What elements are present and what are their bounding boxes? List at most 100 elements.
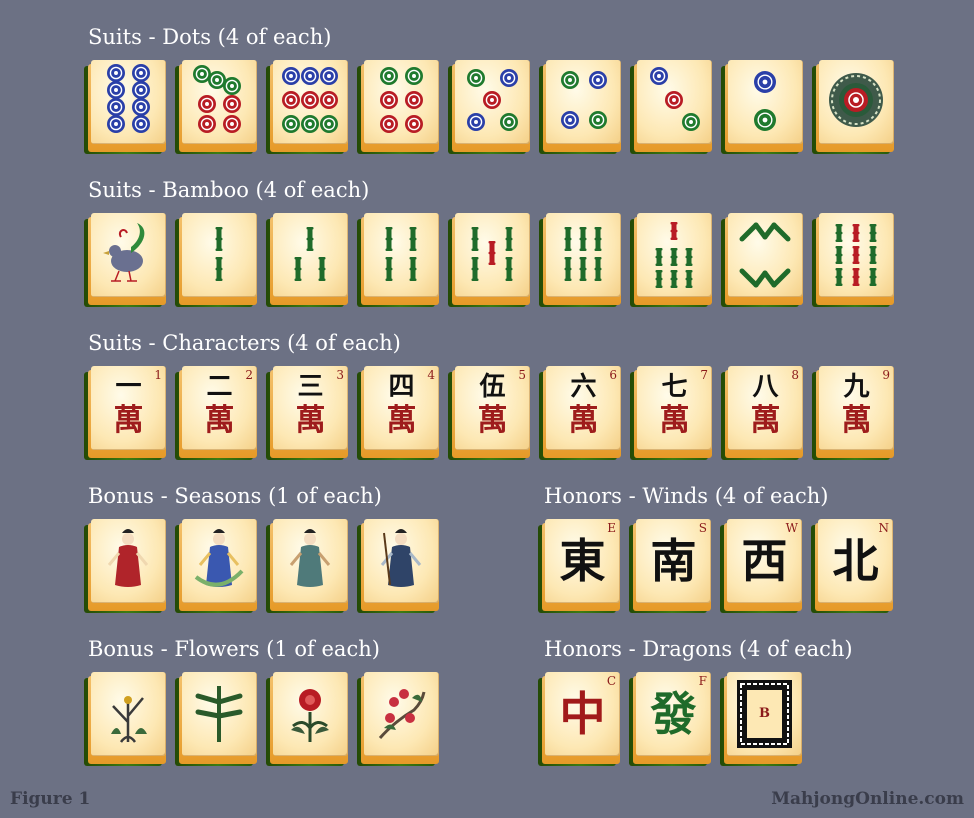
tile-face: 二萬2: [182, 366, 257, 450]
tile-face: [819, 213, 894, 297]
bamboo-stick-icon: [655, 248, 663, 266]
bamboo-tile: [812, 213, 896, 307]
bamboo-stick-icon: [409, 257, 417, 281]
bamboo-stick-icon: [294, 257, 302, 281]
dots-tile: [630, 60, 714, 154]
tile-face: [91, 213, 166, 297]
dragon-tile: 發F: [629, 672, 713, 766]
tile-face: [182, 213, 257, 297]
wind-character: 南: [650, 534, 697, 588]
tile-face: [273, 213, 348, 297]
tile-face: 四萬4: [364, 366, 439, 450]
bamboo-stick-icon: [318, 257, 326, 281]
bamboo-stick-icon: [739, 222, 791, 288]
season-figure-icon: [380, 529, 422, 587]
bamboo-tile: [630, 213, 714, 307]
tile-face: 三萬3: [273, 366, 348, 450]
bamboo-stick-icon: [385, 257, 393, 281]
tile-face: [91, 519, 166, 603]
character-tile: 九萬9: [812, 366, 896, 460]
bamboo-stick-icon: [579, 227, 587, 251]
bamboo-tile: [357, 213, 441, 307]
bamboo-stick-icon: [594, 257, 602, 281]
tile-face: 西W: [727, 519, 802, 603]
character-tile: 二萬2: [175, 366, 259, 460]
bamboo-stick-icon: [564, 227, 572, 251]
bamboo-stick-icon: [869, 268, 877, 286]
tile-face: 南S: [636, 519, 711, 603]
bamboo-tile: [448, 213, 532, 307]
character-tile: 八萬8: [721, 366, 805, 460]
heading-winds: Honors - Winds (4 of each): [544, 484, 829, 508]
bamboo-stick-icon: [306, 227, 314, 251]
dragon-letter: C: [606, 674, 616, 688]
dots-tile: [721, 60, 805, 154]
tile-face: 九萬9: [819, 366, 894, 450]
season-figure-icon: [194, 529, 244, 587]
bamboo-stick-icon: [505, 227, 513, 251]
bamboo-stick-icon: [852, 224, 860, 242]
wind-character: 西: [741, 534, 788, 588]
tile-index: 7: [700, 368, 708, 382]
tile-face: [728, 213, 803, 297]
bamboo-stick-icon: [685, 248, 693, 266]
one-dot-icon: [829, 73, 883, 127]
wind-tile: 南S: [629, 519, 713, 613]
character-wan: 萬: [386, 403, 417, 438]
bamboo-stick-icon: [594, 227, 602, 251]
dragon-character: 中: [559, 687, 606, 741]
tile-face: B: [727, 672, 802, 756]
flower-icon: [111, 696, 147, 743]
heading-dragons: Honors - Dragons (4 of each): [544, 637, 853, 661]
character-tile: 四萬4: [357, 366, 441, 460]
tile-face: 六萬6: [546, 366, 621, 450]
character-wan: 萬: [295, 403, 326, 438]
dots-tile: [448, 60, 532, 154]
tile-face: [546, 213, 621, 297]
heading-seasons: Bonus - Seasons (1 of each): [88, 484, 382, 508]
tile-index: 3: [336, 368, 344, 382]
bamboo-stick-icon: [835, 268, 843, 286]
character-wan: 萬: [204, 403, 235, 438]
dots-tile: [812, 60, 896, 154]
tile-face: [273, 672, 348, 756]
bird-icon: [103, 223, 145, 282]
tile-face: [819, 60, 894, 144]
character-wan: 萬: [477, 403, 508, 438]
heading-bamboo: Suits - Bamboo (4 of each): [88, 178, 370, 202]
tile-face: 伍萬5: [455, 366, 530, 450]
tile-face: [455, 60, 530, 144]
bamboo-stick-icon: [670, 222, 678, 240]
tile-face: 七萬7: [637, 366, 712, 450]
heading-dots: Suits - Dots (4 of each): [88, 25, 332, 49]
dragon-tile: 中C: [538, 672, 622, 766]
tile-face: [455, 213, 530, 297]
dragon-tile: B: [720, 672, 804, 766]
tile-face: 中C: [545, 672, 620, 756]
tile-face: [91, 60, 166, 144]
tile-face: 發F: [636, 672, 711, 756]
wind-direction-letter: E: [607, 521, 616, 535]
dragon-character: 發: [650, 687, 697, 741]
tile-face: [364, 519, 439, 603]
character-wan: 萬: [113, 403, 144, 438]
flower-tile: [84, 672, 168, 766]
flower-icon: [291, 689, 329, 742]
character-tile: 伍萬5: [448, 366, 532, 460]
bamboo-stick-icon: [670, 270, 678, 288]
bamboo-stick-icon: [215, 227, 223, 251]
site-credit: MahjongOnline.com: [771, 789, 964, 809]
flower-tile: [357, 672, 441, 766]
bamboo-stick-icon: [852, 268, 860, 286]
character-tile: 三萬3: [266, 366, 350, 460]
bamboo-stick-icon: [215, 257, 223, 281]
bamboo-stick-icon: [869, 224, 877, 242]
tile-face: [273, 519, 348, 603]
bamboo-tile: [721, 213, 805, 307]
wind-direction-letter: S: [698, 521, 707, 535]
bamboo-stick-icon: [564, 257, 572, 281]
tile-index: 8: [791, 368, 799, 382]
flower-tile: [175, 672, 259, 766]
tile-face: 八萬8: [728, 366, 803, 450]
heading-characters: Suits - Characters (4 of each): [88, 331, 401, 355]
